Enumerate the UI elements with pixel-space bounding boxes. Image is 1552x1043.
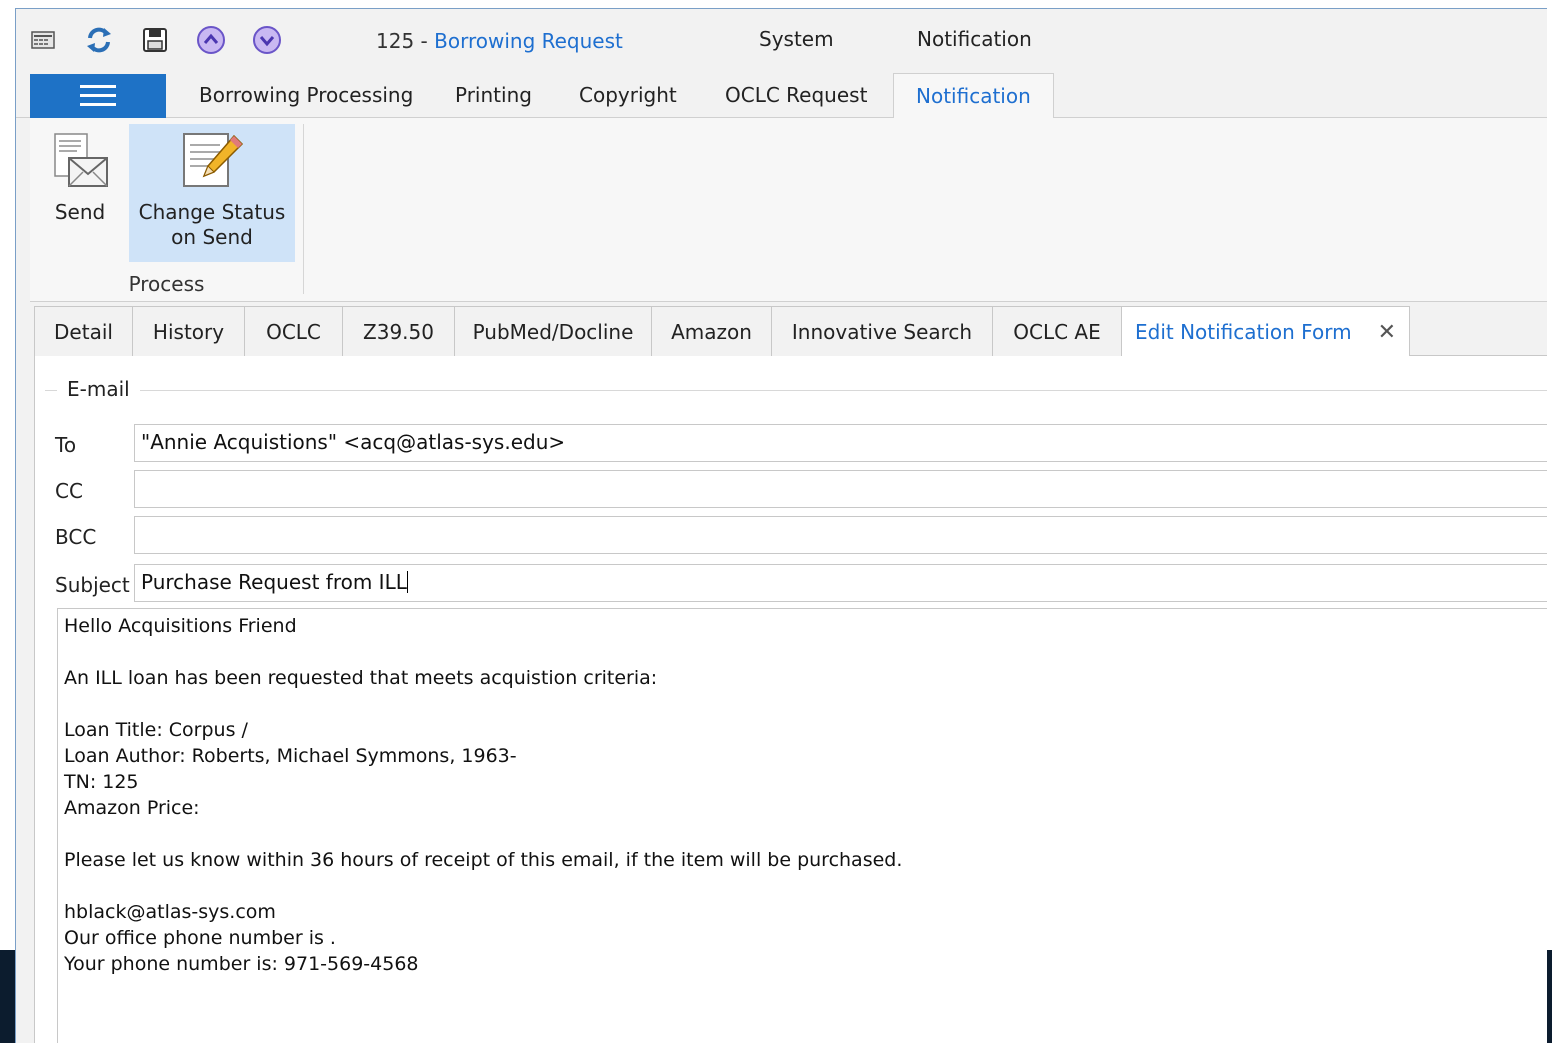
ribbon-tab-bar: Borrowing Processing Printing Copyright … <box>16 73 1547 119</box>
email-body-line: TN: 125 <box>64 771 139 793</box>
previous-icon[interactable] <box>196 25 226 55</box>
tab-oclc-request[interactable]: OCLC Request <box>725 83 867 107</box>
tab-borrowing-processing[interactable]: Borrowing Processing <box>199 83 413 107</box>
save-icon[interactable] <box>140 25 170 55</box>
tab-pubmed-docline[interactable]: PubMed/Docline <box>454 306 652 356</box>
email-body-editor[interactable]: Hello Acquisitions Friend An ILL loan has… <box>57 608 1547 1043</box>
email-body-line: Your phone number is: 971-569-4568 <box>64 953 419 975</box>
next-icon[interactable] <box>252 25 282 55</box>
email-body-line: Loan Title: Corpus / <box>64 719 248 741</box>
email-body-line <box>64 873 1547 899</box>
title-separator: - <box>414 29 435 53</box>
email-body-line: hblack@atlas-sys.com <box>64 901 276 923</box>
tab-innovative-search[interactable]: Innovative Search <box>771 306 993 356</box>
tab-edit-notification-form[interactable]: Edit Notification Form ✕ <box>1121 306 1410 357</box>
cc-label: CC <box>55 479 83 503</box>
title-bar: 125 - Borrowing Request System Notificat… <box>16 9 1547 71</box>
to-field[interactable]: "Annie Acquistions" <acq@atlas-sys.edu> <box>134 424 1547 462</box>
change-status-label-line2: on Send <box>171 225 253 249</box>
send-button[interactable]: Send <box>38 124 122 262</box>
tab-oclc-ae[interactable]: OCLC AE <box>992 306 1122 356</box>
email-body-line: Please let us know within 36 hours of re… <box>64 849 903 871</box>
to-label: To <box>55 433 77 457</box>
notification-form: E-mail To "Annie Acquistions" <acq@atlas… <box>34 356 1547 1043</box>
send-mail-icon <box>49 130 111 192</box>
tab-edit-notification-form-label: Edit Notification Form <box>1134 320 1352 344</box>
tab-notification[interactable]: Notification <box>893 73 1054 119</box>
tab-history[interactable]: History <box>132 306 245 356</box>
desktop-background-left <box>0 950 15 1043</box>
bcc-field[interactable] <box>134 516 1547 554</box>
email-body-line <box>64 691 1547 717</box>
edit-document-icon <box>180 130 244 192</box>
cc-field[interactable] <box>134 470 1547 508</box>
close-icon[interactable]: ✕ <box>1378 320 1396 345</box>
ribbon-panel: Send Change Status on Send Process <box>30 118 1547 302</box>
email-body-line: Hello Acquisitions Friend <box>64 615 297 637</box>
email-body-line: Loan Author: Roberts, Michael Symmons, 1… <box>64 745 517 767</box>
subject-value: Purchase Request from ILL <box>141 570 407 594</box>
subject-field[interactable]: Purchase Request from ILL <box>134 564 1547 602</box>
change-status-label-line1: Change Status <box>138 200 286 224</box>
document-tab-bar: Detail History OCLC Z39.50 PubMed/Doclin… <box>34 306 1547 357</box>
email-group-border <box>45 390 1547 391</box>
main-menu-button[interactable] <box>30 74 166 118</box>
email-body-line: Our office phone number is . <box>64 927 336 949</box>
desktop-background-right <box>1547 950 1552 1043</box>
menu-notification[interactable]: Notification <box>917 27 1032 51</box>
tab-amazon[interactable]: Amazon <box>651 306 772 356</box>
window-title: 125 - Borrowing Request <box>376 29 623 53</box>
record-type: Borrowing Request <box>434 29 623 53</box>
text-cursor <box>406 571 408 593</box>
refresh-icon[interactable] <box>84 25 114 55</box>
email-body-line: An ILL loan has been requested that meet… <box>64 667 658 689</box>
email-body-line <box>64 639 1547 665</box>
borrowing-request-window: 125 - Borrowing Request System Notificat… <box>15 8 1547 1043</box>
menu-system[interactable]: System <box>759 27 834 51</box>
subject-label: Subject <box>55 573 130 597</box>
hamburger-icon <box>80 85 116 107</box>
email-body-line <box>64 821 1547 847</box>
tab-oclc[interactable]: OCLC <box>244 306 343 356</box>
email-group-legend: E-mail <box>57 377 140 401</box>
process-group-label: Process <box>128 272 205 296</box>
record-number: 125 <box>376 29 415 53</box>
bcc-label: BCC <box>55 525 97 549</box>
tab-detail[interactable]: Detail <box>34 306 133 356</box>
send-label: Send <box>54 200 106 224</box>
email-body-line: Amazon Price: <box>64 797 200 819</box>
tab-z3950[interactable]: Z39.50 <box>342 306 455 356</box>
ribbon-group-divider <box>303 124 304 294</box>
detail-icon[interactable] <box>28 25 58 55</box>
change-status-on-send-button[interactable]: Change Status on Send <box>129 124 295 262</box>
tab-printing[interactable]: Printing <box>455 83 532 107</box>
tab-copyright[interactable]: Copyright <box>579 83 677 107</box>
